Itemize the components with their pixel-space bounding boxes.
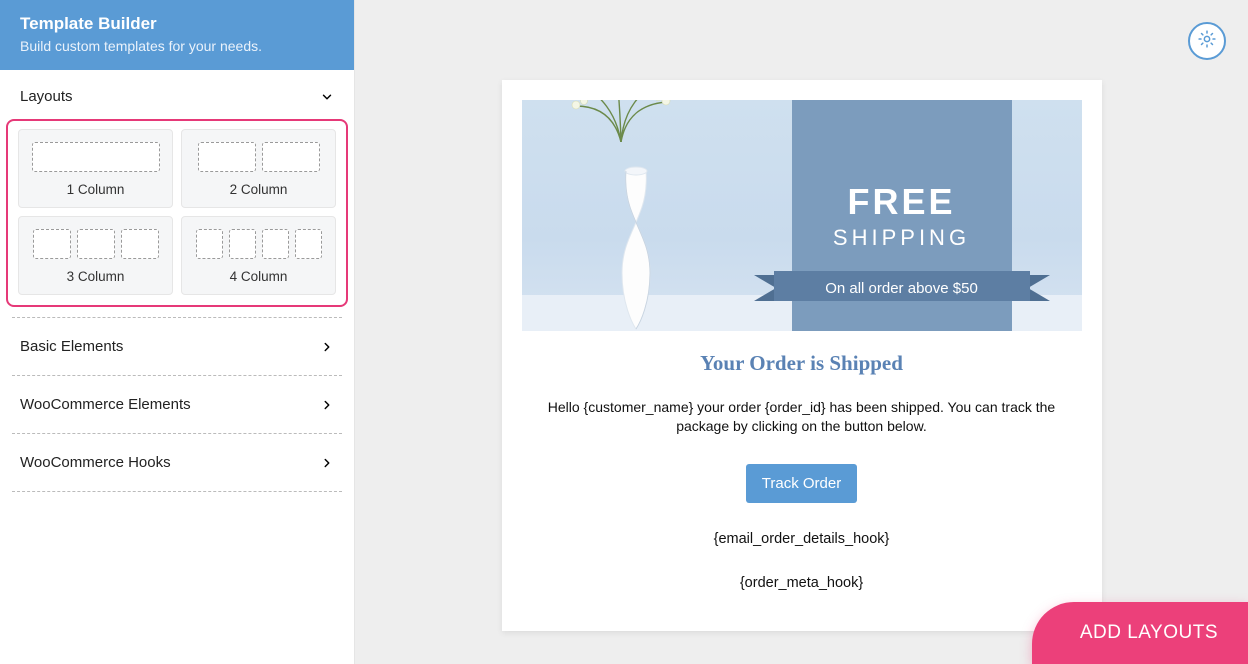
chevron-right-icon	[320, 456, 334, 470]
chevron-down-icon	[320, 90, 334, 104]
order-meta-hook[interactable]: {order_meta_hook}	[502, 575, 1102, 591]
section-woocommerce-hooks[interactable]: WooCommerce Hooks	[0, 434, 354, 491]
track-order-button[interactable]: Track Order	[746, 464, 857, 503]
layout-slot	[295, 229, 322, 259]
section-label: WooCommerce Elements	[20, 396, 191, 413]
hero-line1: FREE	[847, 181, 955, 223]
layout-card-label: 1 Column	[27, 182, 164, 197]
section-label: WooCommerce Hooks	[20, 454, 171, 471]
vase-illustration	[596, 161, 676, 331]
layouts-section-header[interactable]: Layouts	[0, 70, 354, 119]
sidebar-header: Template Builder Build custom templates …	[0, 0, 354, 70]
layout-card-3-column[interactable]: 3 Column	[18, 216, 173, 295]
hero-banner[interactable]: FREE SHIPPING On all order above $50	[522, 100, 1082, 331]
sidebar-title: Template Builder	[20, 14, 334, 34]
layout-card-label: 2 Column	[190, 182, 327, 197]
layout-slot	[198, 142, 256, 172]
chevron-right-icon	[320, 398, 334, 412]
settings-button[interactable]	[1188, 22, 1226, 60]
flowers-illustration	[546, 100, 696, 142]
layout-card-1-column[interactable]: 1 Column	[18, 129, 173, 208]
layout-slot	[196, 229, 223, 259]
sidebar-panel: Template Builder Build custom templates …	[0, 0, 355, 664]
preview-title[interactable]: Your Order is Shipped	[502, 351, 1102, 376]
hero-ribbon: On all order above $50	[754, 271, 1050, 305]
layout-slot	[229, 229, 256, 259]
layout-card-2-column[interactable]: 2 Column	[181, 129, 336, 208]
email-order-details-hook[interactable]: {email_order_details_hook}	[502, 531, 1102, 547]
hero-line2: SHIPPING	[833, 225, 970, 251]
section-basic-elements[interactable]: Basic Elements	[0, 318, 354, 375]
gear-icon	[1197, 29, 1217, 54]
layouts-section-label: Layouts	[20, 88, 73, 105]
section-separator	[12, 491, 342, 492]
layout-slot	[262, 229, 289, 259]
layout-slot	[33, 229, 71, 259]
layout-slot	[77, 229, 115, 259]
preview-description[interactable]: Hello {customer_name} your order {order_…	[536, 398, 1068, 436]
layout-card-label: 4 Column	[190, 269, 327, 284]
layouts-section: Layouts 1 Column 2 Column	[0, 70, 354, 307]
layout-slot	[121, 229, 159, 259]
hero-ribbon-text: On all order above $50	[825, 280, 978, 297]
sidebar-subtitle: Build custom templates for your needs.	[20, 38, 334, 54]
section-label: Basic Elements	[20, 338, 123, 355]
layout-card-label: 3 Column	[27, 269, 164, 284]
layouts-body-highlight: 1 Column 2 Column 3 Column	[6, 119, 348, 307]
layout-card-4-column[interactable]: 4 Column	[181, 216, 336, 295]
layout-slot	[32, 142, 160, 172]
chevron-right-icon	[320, 340, 334, 354]
editor-canvas-area: FREE SHIPPING On all order above $50 You…	[355, 0, 1248, 664]
add-layouts-button[interactable]: ADD LAYOUTS	[1032, 602, 1248, 664]
template-preview-card: FREE SHIPPING On all order above $50 You…	[502, 80, 1102, 631]
section-woocommerce-elements[interactable]: WooCommerce Elements	[0, 376, 354, 433]
layout-slot	[262, 142, 320, 172]
